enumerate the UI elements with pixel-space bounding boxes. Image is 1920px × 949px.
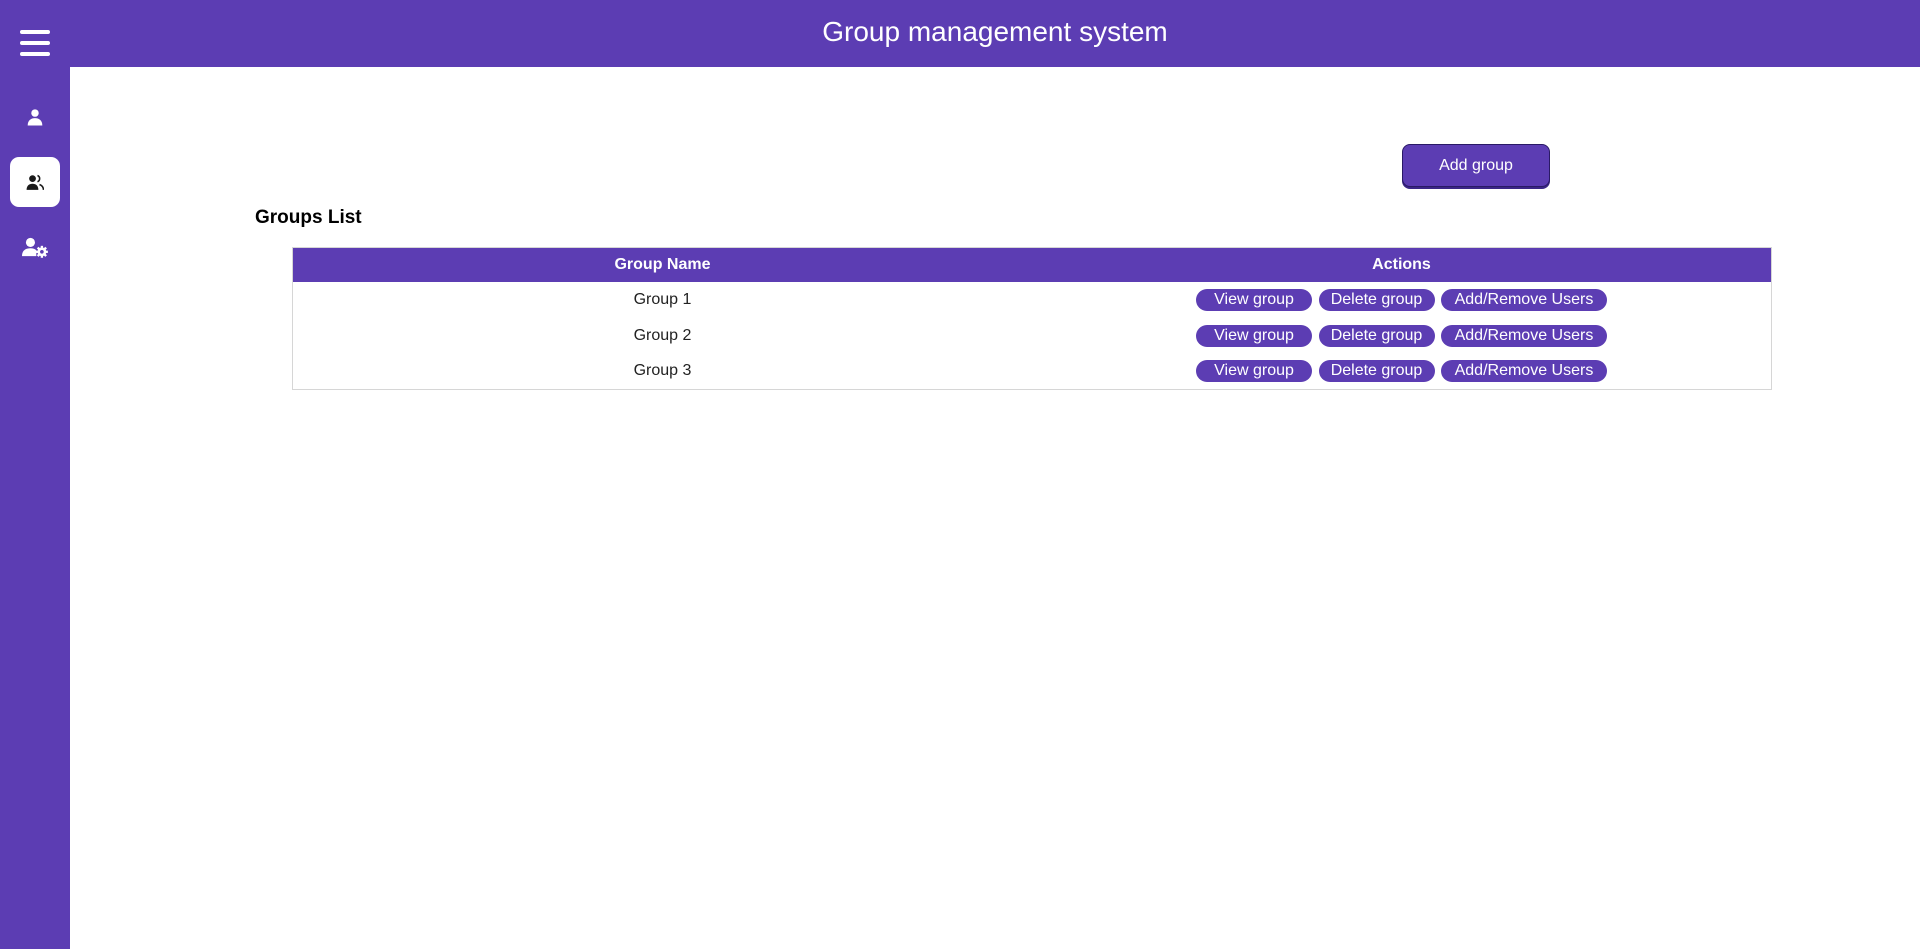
users-icon [26, 174, 44, 190]
sidebar-item-groups[interactable] [10, 157, 60, 207]
add-group-button[interactable]: Add group [1402, 144, 1550, 187]
sidebar [0, 0, 70, 949]
add-remove-users-button[interactable]: Add/Remove Users [1440, 324, 1607, 347]
view-group-button[interactable]: View group [1196, 324, 1313, 347]
view-group-button[interactable]: View group [1196, 360, 1313, 383]
add-remove-users-button[interactable]: Add/Remove Users [1440, 288, 1607, 311]
user-icon [27, 109, 43, 126]
table-row: Group 2 View group Delete group Add/Remo… [293, 318, 1772, 354]
actions-cell: View group Delete group Add/Remove Users [1032, 282, 1772, 318]
column-header-actions: Actions [1372, 255, 1431, 273]
sidebar-item-user-settings[interactable] [10, 222, 60, 272]
column-header-group-name: Group Name [614, 255, 711, 273]
app-header: Group management system [70, 0, 1920, 67]
sidebar-item-users[interactable] [10, 92, 60, 142]
group-name-cell: Group 3 [633, 362, 692, 380]
group-name-cell: Group 1 [633, 290, 692, 308]
view-group-button[interactable]: View group [1196, 288, 1313, 311]
groups-list-title: Groups List [255, 207, 362, 228]
table-header-row: Group Name Actions [292, 247, 1772, 282]
delete-group-button[interactable]: Delete group [1318, 360, 1435, 383]
user-gear-icon [22, 237, 48, 258]
page-title: Group management system [822, 15, 1168, 47]
add-remove-users-button[interactable]: Add/Remove Users [1440, 360, 1607, 383]
table-row: Group 3 View group Delete group Add/Remo… [293, 354, 1772, 390]
delete-group-button[interactable]: Delete group [1318, 324, 1435, 347]
delete-group-button[interactable]: Delete group [1318, 288, 1435, 311]
groups-table: Group Name Actions Group 1 View group De… [292, 247, 1772, 390]
actions-cell: View group Delete group Add/Remove Users [1032, 318, 1772, 354]
hamburger-menu-icon[interactable] [20, 30, 50, 57]
table-row: Group 1 View group Delete group Add/Remo… [293, 282, 1772, 318]
group-name-cell: Group 2 [633, 326, 692, 344]
actions-cell: View group Delete group Add/Remove Users [1032, 354, 1772, 390]
